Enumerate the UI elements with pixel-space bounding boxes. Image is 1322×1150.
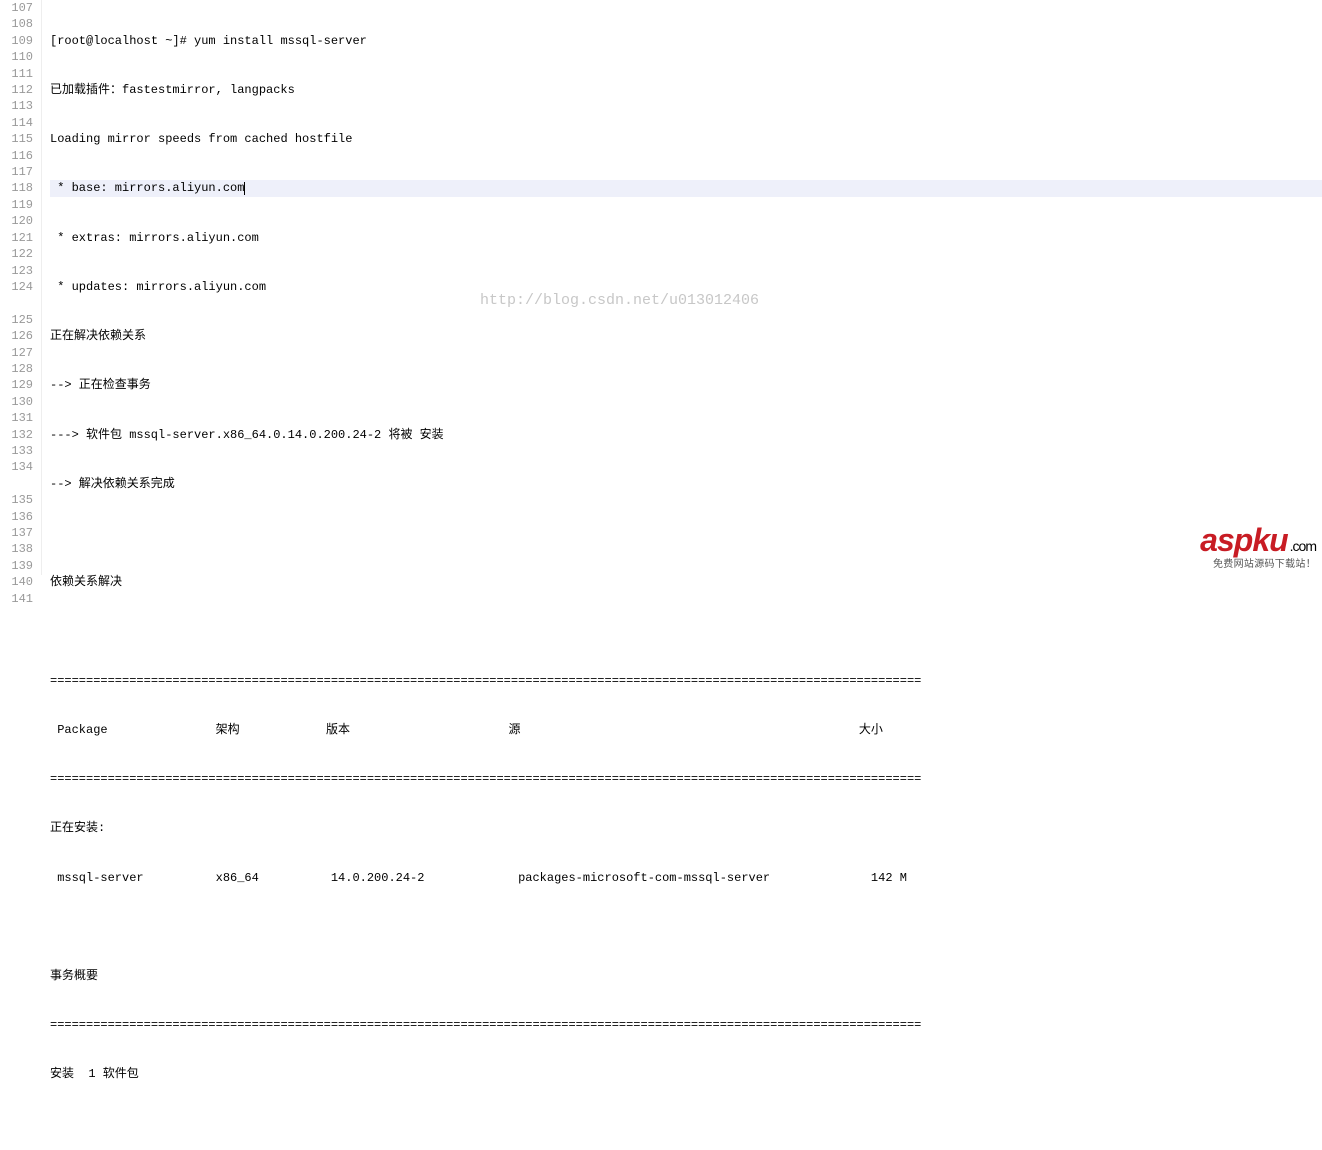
line-number: 108 — [0, 16, 33, 32]
line-number: 112 — [0, 82, 33, 98]
terminal-line: 已加载插件：fastestmirror, langpacks — [50, 82, 1322, 98]
line-number: 138 — [0, 541, 33, 557]
line-number: 117 — [0, 164, 33, 180]
line-number: 123 — [0, 263, 33, 279]
terminal-line: Loading mirror speeds from cached hostfi… — [50, 131, 1322, 147]
text-cursor — [244, 182, 245, 195]
terminal-line-highlighted: * base: mirrors.aliyun.com — [50, 180, 1322, 196]
terminal-line — [50, 919, 1322, 935]
line-number: 130 — [0, 394, 33, 410]
line-number: 136 — [0, 509, 33, 525]
terminal-line: 正在解决依赖关系 — [50, 328, 1322, 344]
line-number: 115 — [0, 131, 33, 147]
terminal-line: 正在安装: — [50, 820, 1322, 836]
terminal-line: --> 正在检查事务 — [50, 377, 1322, 393]
line-number: 139 — [0, 558, 33, 574]
terminal-line: mssql-server x86_64 14.0.200.24-2 packag… — [50, 870, 1322, 886]
line-number: 109 — [0, 33, 33, 49]
line-number: 126 — [0, 328, 33, 344]
terminal-line: * updates: mirrors.aliyun.com — [50, 279, 1322, 295]
line-number: 121 — [0, 230, 33, 246]
line-number: 140 — [0, 574, 33, 590]
line-number — [0, 476, 33, 492]
line-number-gutter: 107 108 109 110 111 112 113 114 115 116 … — [0, 0, 42, 575]
line-number: 113 — [0, 98, 33, 114]
terminal-line: * extras: mirrors.aliyun.com — [50, 230, 1322, 246]
line-number: 107 — [0, 0, 33, 16]
line-number — [0, 295, 33, 311]
line-number: 132 — [0, 427, 33, 443]
terminal-line: ========================================… — [50, 673, 1322, 689]
line-number: 141 — [0, 591, 33, 607]
line-number: 124 — [0, 279, 33, 295]
line-number: 131 — [0, 410, 33, 426]
line-number: 110 — [0, 49, 33, 65]
terminal-line: Package 架构 版本 源 大小 — [50, 722, 1322, 738]
terminal-line: ========================================… — [50, 771, 1322, 787]
line-number: 127 — [0, 345, 33, 361]
line-number: 135 — [0, 492, 33, 508]
line-number: 134 — [0, 459, 33, 475]
line-number: 111 — [0, 66, 33, 82]
terminal-line — [50, 525, 1322, 541]
line-number: 116 — [0, 148, 33, 164]
terminal-line — [50, 623, 1322, 639]
line-number: 114 — [0, 115, 33, 131]
line-number: 129 — [0, 377, 33, 393]
terminal-line: 依赖关系解决 — [50, 574, 1322, 590]
line-number: 137 — [0, 525, 33, 541]
line-number: 119 — [0, 197, 33, 213]
terminal-line: ========================================… — [50, 1017, 1322, 1033]
terminal-line: 事务概要 — [50, 968, 1322, 984]
line-number: 133 — [0, 443, 33, 459]
line-number: 118 — [0, 180, 33, 196]
terminal-output[interactable]: [root@localhost ~]# yum install mssql-se… — [42, 0, 1322, 575]
terminal-line — [50, 1116, 1322, 1132]
terminal-line: --> 解决依赖关系完成 — [50, 476, 1322, 492]
line-number: 125 — [0, 312, 33, 328]
terminal-line: ---> 软件包 mssql-server.x86_64.0.14.0.200.… — [50, 427, 1322, 443]
terminal-line: [root@localhost ~]# yum install mssql-se… — [50, 33, 1322, 49]
line-number: 120 — [0, 213, 33, 229]
line-number: 128 — [0, 361, 33, 377]
terminal-line: 安装 1 软件包 — [50, 1066, 1322, 1082]
line-number: 122 — [0, 246, 33, 262]
